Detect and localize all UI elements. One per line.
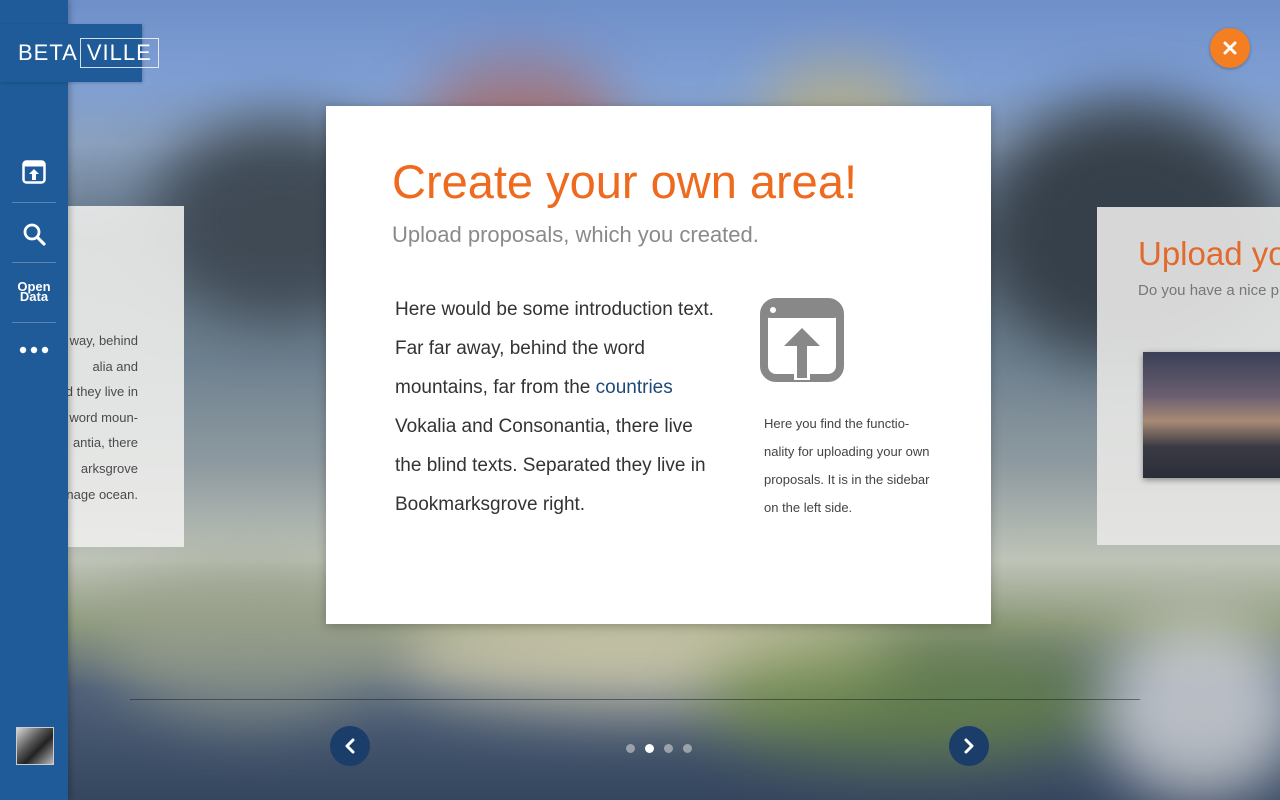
previous-slide-button[interactable] [330, 726, 370, 766]
bridge-photo [1143, 352, 1280, 478]
sidebar: Open Data [0, 0, 68, 800]
text-line: antia, there [72, 435, 138, 451]
slide-title: Create your own area! [392, 155, 858, 208]
sidebar-item-upload[interactable] [0, 142, 68, 202]
text-line: nage ocean. [68, 486, 138, 502]
intro-slide-card: Create your own area! Upload proposals, … [326, 106, 991, 624]
slide-body-text: Here would be some introduction text. Fa… [395, 290, 715, 524]
text-line: d they live in [68, 384, 138, 400]
pagination-dot[interactable] [664, 744, 673, 753]
upload-icon [22, 160, 46, 184]
sidebar-item-open-data[interactable]: Open Data [0, 262, 68, 322]
body-text-part: Vokalia and Consonantia, there live the … [395, 416, 706, 515]
text-line: way, behind [69, 333, 138, 348]
text-line: word moun- [69, 409, 138, 425]
sidebar-item-search[interactable] [0, 204, 68, 264]
upload-feature-icon [760, 298, 844, 382]
slide-subtitle: Upload proposals, which you created. [392, 222, 759, 247]
next-slide-title: Upload you [1138, 235, 1280, 272]
search-icon [23, 223, 46, 246]
logo-beta-text: BETA [18, 40, 78, 65]
pagination-dot[interactable] [626, 744, 635, 753]
logo-ville-text: VILLE [79, 38, 159, 68]
betaville-logo[interactable]: BETA VILLE [0, 24, 159, 82]
open-data-label-line2: Data [19, 289, 49, 304]
pagination-dot[interactable] [683, 744, 692, 753]
chevron-left-icon [345, 738, 355, 754]
sidebar-divider [12, 202, 56, 203]
pagination-dots [626, 744, 692, 753]
bottom-divider-line [130, 699, 1140, 700]
chevron-right-icon [964, 738, 974, 754]
text-line: arksgrove [80, 460, 138, 476]
next-slide-subtitle: Do you have a nice p [1138, 282, 1279, 299]
close-icon [1223, 41, 1237, 55]
previous-slide-preview[interactable]: way, behind alia and d they live in word… [68, 206, 184, 547]
upload-feature-note: Here you find the functio-nality for upl… [764, 416, 930, 515]
pagination-dot[interactable] [645, 744, 654, 753]
text-line: alia and [92, 358, 138, 374]
sidebar-item-more[interactable] [0, 320, 68, 380]
close-button[interactable] [1210, 28, 1250, 68]
previous-slide-text: way, behind alia and d they live in word… [68, 328, 138, 507]
next-slide-button[interactable] [949, 726, 989, 766]
more-dots-icon [19, 346, 49, 354]
open-data-label: Open Data [14, 280, 54, 304]
countries-link[interactable]: countries [596, 377, 673, 398]
next-slide-preview[interactable]: Upload you Do you have a nice p [1097, 207, 1280, 545]
user-avatar[interactable] [16, 727, 54, 765]
